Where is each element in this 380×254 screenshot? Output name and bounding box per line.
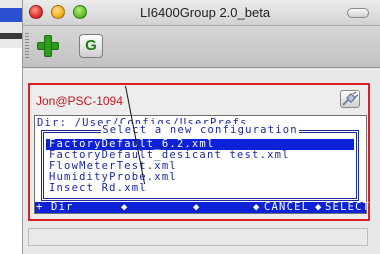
command-separator: ◆ [121,201,129,213]
add-button[interactable] [37,35,59,57]
background-window-divider [0,33,24,39]
plug-icon [342,91,359,106]
configuration-box-title-wrap: Select a new configuration [44,124,356,136]
configuration-box-title: Select a new configuration [101,124,299,136]
file-item[interactable]: Insect Rd.xml [46,183,354,194]
command-bar: + Dir ◆ ◆ ◆ CANCEL ◆ SELECT [35,201,369,213]
configuration-select-box: Select a new configuration FactoryDefaul… [41,124,359,201]
plus-icon-vertical [44,35,52,57]
connection-panel: Jon@PSC-1094 Dir: /User/Configs/UserPref… [28,83,370,221]
screen: LI6400Group 2.0_beta G Jon@PSC-1094 Dir:… [0,0,380,254]
toolbar-grip-icon [25,33,29,59]
background-window-titlebar [0,8,24,22]
toolbar-toggle-button[interactable] [347,8,369,18]
content-area: Jon@PSC-1094 Dir: /User/Configs/UserPref… [23,68,380,254]
g-button[interactable]: G [79,34,103,58]
window-title: LI6400Group 2.0_beta [139,5,271,20]
app-window: LI6400Group 2.0_beta G Jon@PSC-1094 Dir:… [22,0,380,254]
command-separator: ◆ [253,201,261,213]
title-bar[interactable]: LI6400Group 2.0_beta [23,0,380,26]
configuration-file-list: FactoryDefault_6.2.xml FactoryDefault_de… [46,139,354,194]
cancel-command[interactable]: CANCEL [264,202,309,213]
select-command[interactable]: SELECT [325,202,370,213]
connection-label: Jon@PSC-1094 [36,94,123,108]
background-window [0,0,24,48]
command-separator: ◆ [315,201,323,213]
terminal-screen[interactable]: Dir: /User/Configs/UserPrefs Select a ne… [34,115,369,214]
command-separator: ◆ [193,201,201,213]
toolbar: G [23,26,380,68]
dir-command[interactable]: + Dir [36,202,74,213]
status-field [28,228,368,246]
connection-button[interactable] [340,90,360,108]
